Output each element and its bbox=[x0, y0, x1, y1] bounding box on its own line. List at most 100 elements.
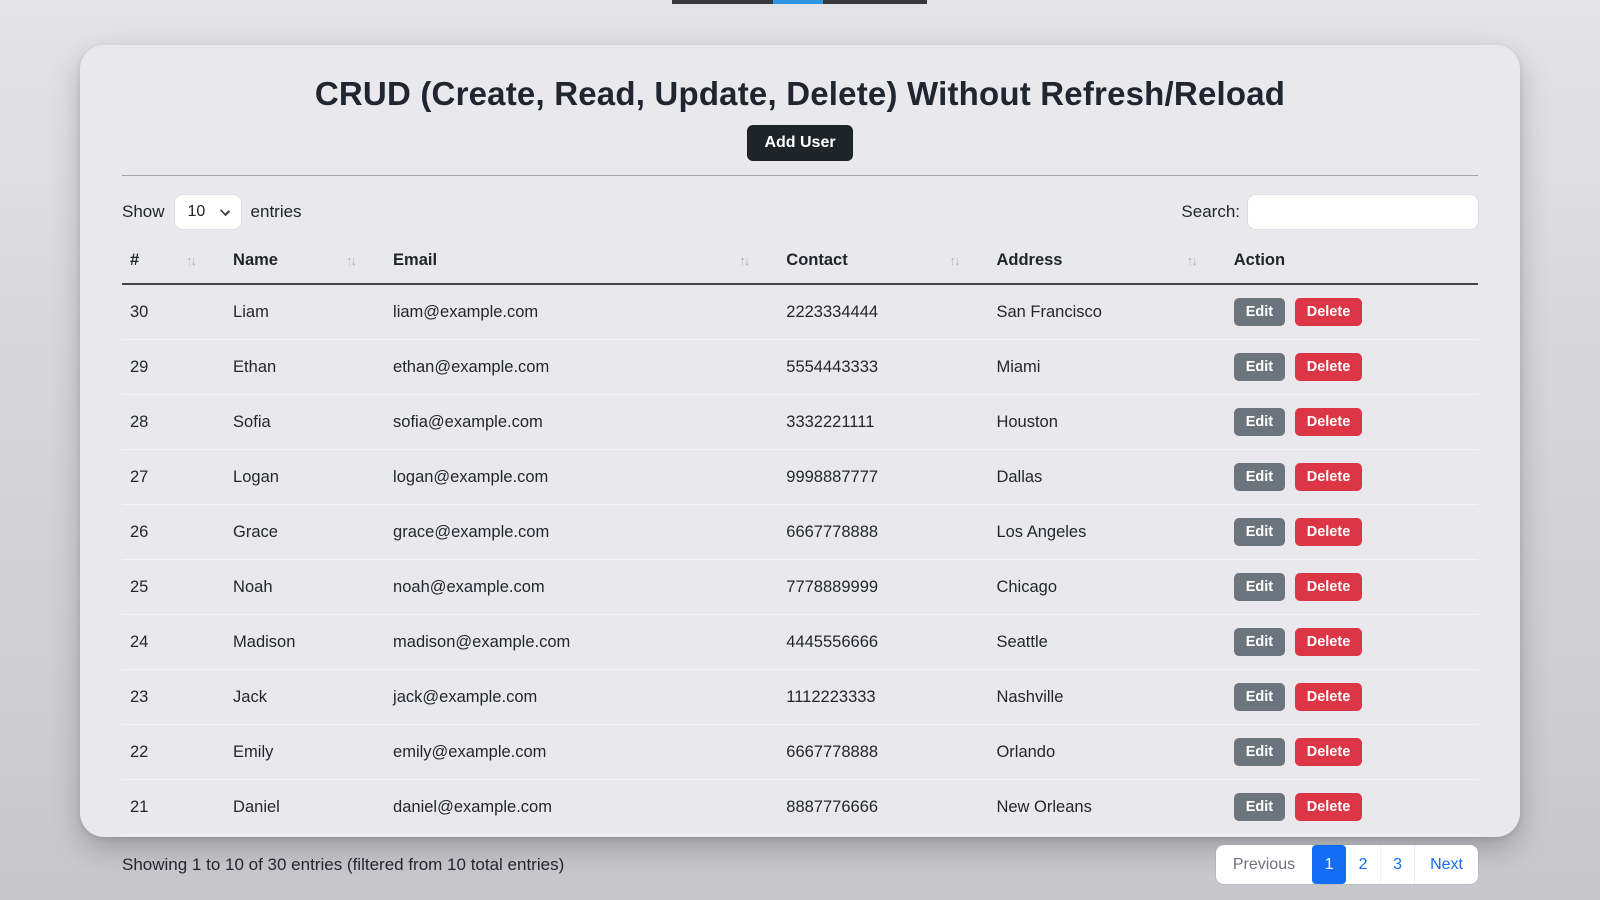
cell-contact: 5554443333 bbox=[778, 340, 988, 395]
entries-summary: Showing 1 to 10 of 30 entries (filtered … bbox=[122, 855, 564, 875]
cell-email: logan@example.com bbox=[385, 450, 778, 505]
column-header-contact[interactable]: Contact↑↓ bbox=[778, 239, 988, 284]
cell-id: 30 bbox=[122, 284, 225, 340]
pagination-page-3[interactable]: 3 bbox=[1380, 845, 1414, 884]
cell-id: 29 bbox=[122, 340, 225, 395]
table-row: 30 Liam liam@example.com 2223334444 San … bbox=[122, 284, 1478, 340]
search-input[interactable] bbox=[1248, 195, 1478, 229]
cell-name: Jack bbox=[225, 670, 385, 725]
cell-email: liam@example.com bbox=[385, 284, 778, 340]
cell-address: San Francisco bbox=[988, 284, 1225, 340]
column-header-address[interactable]: Address↑↓ bbox=[988, 239, 1225, 284]
table-row: 25 Noah noah@example.com 7778889999 Chic… bbox=[122, 560, 1478, 615]
column-header-action: Action bbox=[1226, 239, 1478, 284]
edit-button[interactable]: Edit bbox=[1234, 628, 1285, 656]
cell-contact: 7778889999 bbox=[778, 560, 988, 615]
cell-actions: Edit Delete bbox=[1226, 725, 1478, 780]
search-label: Search: bbox=[1181, 202, 1240, 222]
page-size-select[interactable]: 10 bbox=[175, 195, 241, 229]
cell-contact: 3332221111 bbox=[778, 395, 988, 450]
show-label: Show bbox=[122, 202, 165, 222]
cell-address: New Orleans bbox=[988, 780, 1225, 835]
chevron-down-icon bbox=[219, 206, 229, 216]
sort-icon[interactable]: ↑↓ bbox=[1187, 253, 1196, 268]
scrollbar-thumb[interactable] bbox=[773, 0, 823, 4]
pagination-next[interactable]: Next bbox=[1414, 845, 1478, 884]
delete-button[interactable]: Delete bbox=[1295, 353, 1363, 381]
table-row: 28 Sofia sofia@example.com 3332221111 Ho… bbox=[122, 395, 1478, 450]
pagination-page-1[interactable]: 1 bbox=[1312, 845, 1346, 884]
delete-button[interactable]: Delete bbox=[1295, 298, 1363, 326]
page-size-value: 10 bbox=[188, 203, 206, 221]
pagination: Previous 1 2 3 Next bbox=[1216, 845, 1478, 884]
delete-button[interactable]: Delete bbox=[1295, 573, 1363, 601]
cell-contact: 6667778888 bbox=[778, 505, 988, 560]
cell-actions: Edit Delete bbox=[1226, 780, 1478, 835]
edit-button[interactable]: Edit bbox=[1234, 408, 1285, 436]
table-header-row: #↑↓ Name↑↓ Email↑↓ Contact↑↓ Address↑↓ A… bbox=[122, 239, 1478, 284]
table-controls: Show 10 entries Search: bbox=[122, 195, 1478, 229]
users-table: #↑↓ Name↑↓ Email↑↓ Contact↑↓ Address↑↓ A… bbox=[122, 239, 1478, 835]
delete-button[interactable]: Delete bbox=[1295, 738, 1363, 766]
delete-button[interactable]: Delete bbox=[1295, 518, 1363, 546]
cell-address: Orlando bbox=[988, 725, 1225, 780]
cell-actions: Edit Delete bbox=[1226, 450, 1478, 505]
edit-button[interactable]: Edit bbox=[1234, 298, 1285, 326]
page-title: CRUD (Create, Read, Update, Delete) With… bbox=[122, 75, 1478, 113]
edit-button[interactable]: Edit bbox=[1234, 793, 1285, 821]
cell-contact: 4445556666 bbox=[778, 615, 988, 670]
column-header-id[interactable]: #↑↓ bbox=[122, 239, 225, 284]
cell-contact: 2223334444 bbox=[778, 284, 988, 340]
cell-contact: 1112223333 bbox=[778, 670, 988, 725]
cell-name: Madison bbox=[225, 615, 385, 670]
table-row: 27 Logan logan@example.com 9998887777 Da… bbox=[122, 450, 1478, 505]
edit-button[interactable]: Edit bbox=[1234, 683, 1285, 711]
cell-id: 21 bbox=[122, 780, 225, 835]
cell-actions: Edit Delete bbox=[1226, 560, 1478, 615]
edit-button[interactable]: Edit bbox=[1234, 353, 1285, 381]
pagination-page-2[interactable]: 2 bbox=[1346, 845, 1380, 884]
search-control: Search: bbox=[1181, 195, 1478, 229]
cell-name: Ethan bbox=[225, 340, 385, 395]
cell-email: emily@example.com bbox=[385, 725, 778, 780]
sort-icon[interactable]: ↑↓ bbox=[186, 253, 195, 268]
edit-button[interactable]: Edit bbox=[1234, 518, 1285, 546]
table-row: 22 Emily emily@example.com 6667778888 Or… bbox=[122, 725, 1478, 780]
delete-button[interactable]: Delete bbox=[1295, 793, 1363, 821]
cell-address: Nashville bbox=[988, 670, 1225, 725]
cell-email: sofia@example.com bbox=[385, 395, 778, 450]
cell-name: Grace bbox=[225, 505, 385, 560]
delete-button[interactable]: Delete bbox=[1295, 463, 1363, 491]
sort-icon[interactable]: ↑↓ bbox=[949, 253, 958, 268]
column-header-name[interactable]: Name↑↓ bbox=[225, 239, 385, 284]
crud-card: CRUD (Create, Read, Update, Delete) With… bbox=[80, 45, 1520, 837]
edit-button[interactable]: Edit bbox=[1234, 463, 1285, 491]
column-header-email[interactable]: Email↑↓ bbox=[385, 239, 778, 284]
sort-icon[interactable]: ↑↓ bbox=[346, 253, 355, 268]
cell-name: Emily bbox=[225, 725, 385, 780]
delete-button[interactable]: Delete bbox=[1295, 628, 1363, 656]
cell-actions: Edit Delete bbox=[1226, 615, 1478, 670]
cell-email: grace@example.com bbox=[385, 505, 778, 560]
cell-email: jack@example.com bbox=[385, 670, 778, 725]
cell-address: Seattle bbox=[988, 615, 1225, 670]
table-footer: Showing 1 to 10 of 30 entries (filtered … bbox=[122, 845, 1478, 884]
cell-actions: Edit Delete bbox=[1226, 284, 1478, 340]
edit-button[interactable]: Edit bbox=[1234, 738, 1285, 766]
cell-email: daniel@example.com bbox=[385, 780, 778, 835]
delete-button[interactable]: Delete bbox=[1295, 683, 1363, 711]
entries-label: entries bbox=[251, 202, 302, 222]
cell-id: 22 bbox=[122, 725, 225, 780]
pagination-previous[interactable]: Previous bbox=[1216, 845, 1312, 884]
cell-name: Noah bbox=[225, 560, 385, 615]
cell-address: Los Angeles bbox=[988, 505, 1225, 560]
cell-email: noah@example.com bbox=[385, 560, 778, 615]
cell-id: 23 bbox=[122, 670, 225, 725]
cell-contact: 6667778888 bbox=[778, 725, 988, 780]
add-user-button[interactable]: Add User bbox=[747, 125, 852, 161]
sort-icon[interactable]: ↑↓ bbox=[739, 253, 748, 268]
cell-email: ethan@example.com bbox=[385, 340, 778, 395]
cell-email: madison@example.com bbox=[385, 615, 778, 670]
edit-button[interactable]: Edit bbox=[1234, 573, 1285, 601]
delete-button[interactable]: Delete bbox=[1295, 408, 1363, 436]
